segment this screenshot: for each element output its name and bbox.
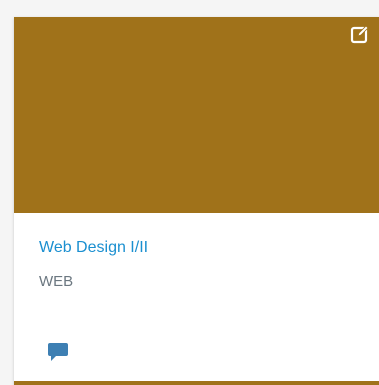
comment-icon — [48, 343, 68, 361]
discussions-button[interactable] — [47, 342, 69, 362]
edit-icon — [350, 25, 369, 44]
course-title-link[interactable]: Web Design I/II — [39, 239, 148, 257]
course-card[interactable]: Web Design I/II WEB — [14, 17, 379, 385]
course-card-body: Web Design I/II WEB — [14, 213, 379, 381]
course-card-bottom-bar — [14, 381, 379, 385]
course-code: WEB — [39, 273, 74, 290]
course-card-hero[interactable] — [14, 17, 379, 213]
edit-card-button[interactable] — [349, 23, 371, 45]
dashboard-page: Web Design I/II WEB — [0, 0, 379, 385]
